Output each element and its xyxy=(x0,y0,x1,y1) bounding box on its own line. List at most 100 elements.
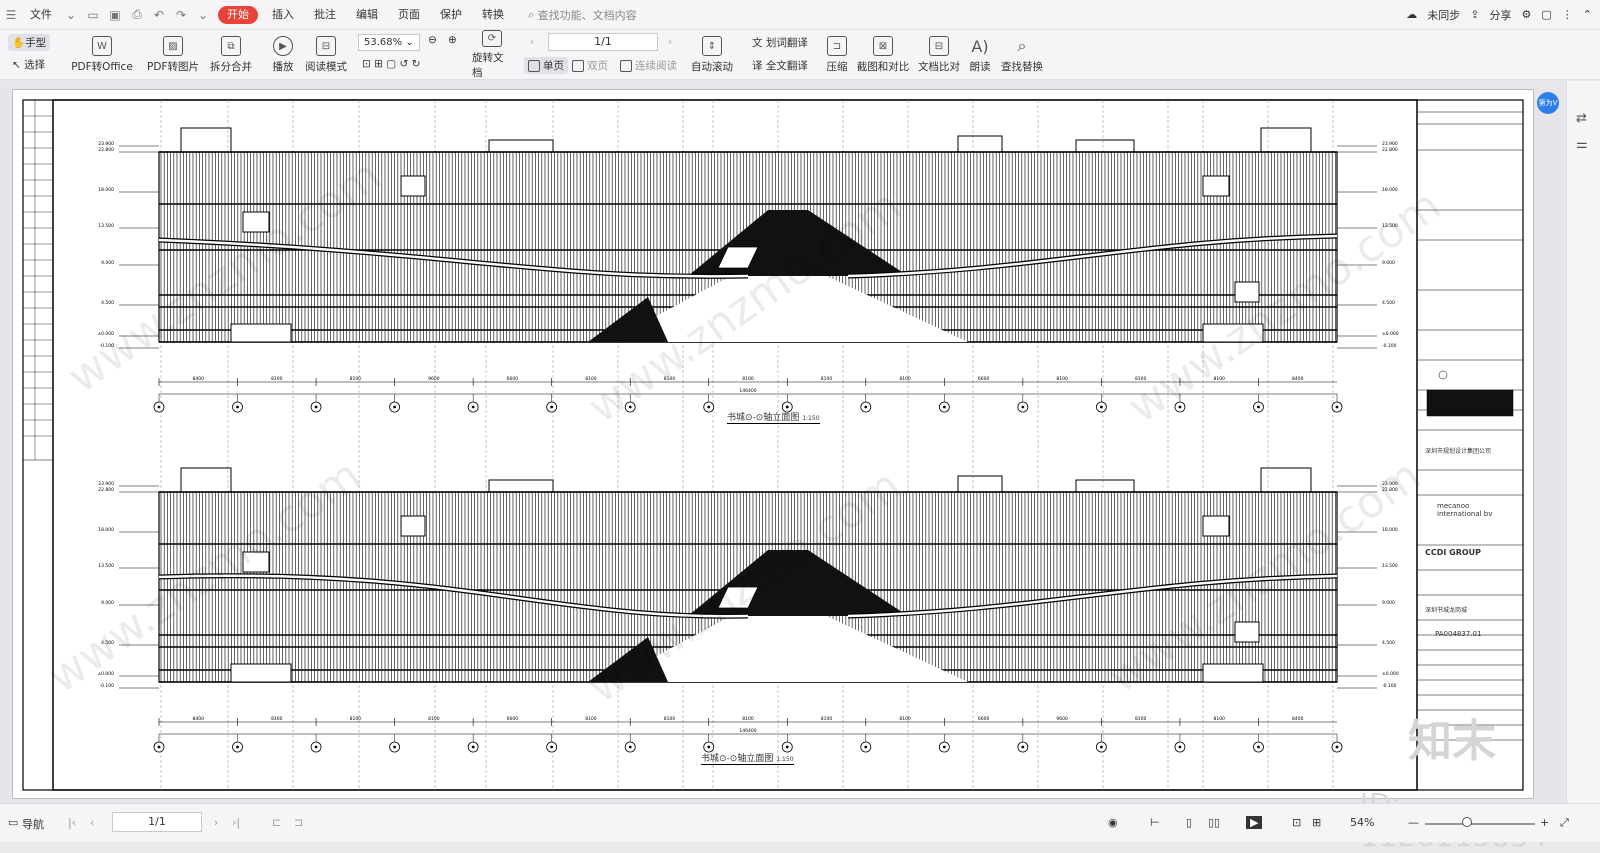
rotate-icon: ⟳ xyxy=(482,30,502,47)
screenshot-compare-button[interactable]: ⊠ 截图和对比 xyxy=(856,30,910,80)
next-page-icon[interactable]: › xyxy=(214,816,218,829)
collapse-icon[interactable]: ⌃ xyxy=(1583,8,1592,21)
play-button[interactable]: ▶ 播放 xyxy=(268,30,298,80)
doc-compare-button[interactable]: ⊟ 文档比对 xyxy=(918,30,960,80)
undo-icon[interactable]: ↶ xyxy=(148,0,170,30)
first-page-icon[interactable]: |‹ xyxy=(68,816,76,829)
nav-icon[interactable]: ▭ xyxy=(8,816,18,829)
level-label-right: ±0.000 xyxy=(1382,671,1399,677)
back-icon[interactable]: ⊏ xyxy=(272,816,281,829)
play-icon[interactable]: ▶ xyxy=(1246,816,1263,829)
settings-icon[interactable]: ⚙ xyxy=(1522,8,1532,21)
zoom-in-icon[interactable]: ⊕ xyxy=(448,34,457,46)
tab-edit[interactable]: 编辑 xyxy=(346,0,388,30)
redo-icon[interactable]: ↷ xyxy=(170,0,192,30)
level-label-left: 23.900 xyxy=(98,481,114,487)
file-menu[interactable]: 文件 xyxy=(22,0,60,30)
pdf-to-image-button[interactable]: ▨ PDF转图片 xyxy=(146,30,200,80)
titleblock-company: 深圳市规划设计集团公司 xyxy=(1425,448,1492,455)
page-input[interactable]: 1/1 xyxy=(548,33,658,51)
document-area[interactable]: 23.900 23.900 22.800 22.800 18.000 18.000 13.5… xyxy=(0,81,1600,803)
tab-home[interactable]: 开始 xyxy=(218,5,258,24)
tab-annotate[interactable]: 批注 xyxy=(304,0,346,30)
book-icon: ⊟ xyxy=(316,36,336,56)
zoom-slider[interactable] xyxy=(1425,823,1535,825)
full-translate-button[interactable]: 译 全文翻译 xyxy=(752,58,808,73)
actual-size-icon[interactable]: ⊡ xyxy=(1292,816,1301,829)
speaker-icon: A) xyxy=(971,36,989,56)
double-page-view-icon[interactable]: ▯▯ xyxy=(1208,816,1220,829)
drawing-sheet: 23.900 23.900 22.800 22.800 18.000 18.000 13.5… xyxy=(12,89,1534,799)
chevron-down-icon[interactable]: ⌄ xyxy=(60,0,82,30)
double-page-button[interactable]: 双页 xyxy=(572,58,608,73)
user-avatar[interactable]: 第为V xyxy=(1537,92,1559,114)
read-aloud-button[interactable]: A) 朗读 xyxy=(966,30,994,80)
nav-label[interactable]: 导航 xyxy=(22,816,44,832)
share-label[interactable]: 分享 xyxy=(1490,7,1512,23)
save-icon[interactable]: ▣ xyxy=(104,0,126,30)
print-icon[interactable]: ⎙ xyxy=(126,0,148,30)
roof-box xyxy=(488,139,554,153)
next-page-icon[interactable]: › xyxy=(668,36,672,48)
cloud-icon[interactable]: ☁ xyxy=(1406,8,1417,21)
last-page-icon[interactable]: ›| xyxy=(232,816,240,829)
prev-page-icon[interactable]: ‹ xyxy=(90,816,94,829)
titleblock-drawing-no: PA004837.01 xyxy=(1435,630,1482,638)
word-translate-button[interactable]: 文 划词翻译 xyxy=(752,35,808,50)
tab-convert[interactable]: 转换 xyxy=(472,0,514,30)
level-label-left: ±0.000 xyxy=(97,331,114,337)
prev-page-icon[interactable]: ‹ xyxy=(530,36,534,48)
settings-slider-icon[interactable]: ⚌ xyxy=(1576,137,1588,152)
translate-icon: 文 xyxy=(752,37,766,49)
zoom-out-icon[interactable]: ⊖ xyxy=(428,34,437,46)
comment-icon[interactable]: ▢ xyxy=(1541,8,1551,21)
tab-protect[interactable]: 保护 xyxy=(430,0,472,30)
select-tool-button[interactable]: ↖ 选择 xyxy=(12,57,45,72)
single-page-button[interactable]: 单页 xyxy=(524,57,568,74)
continuous-read-button[interactable]: 连续阅读 xyxy=(620,58,677,73)
status-page-input[interactable]: 1/1 xyxy=(112,812,202,832)
search-box[interactable]: ⌕ 查找功能、文档内容 xyxy=(528,7,637,23)
eye-icon[interactable]: ◉ xyxy=(1108,816,1118,829)
split-icon: ⧉ xyxy=(221,36,241,56)
window xyxy=(400,515,426,537)
zoom-out-icon[interactable]: — xyxy=(1408,816,1419,829)
tab-page[interactable]: 页面 xyxy=(388,0,430,30)
dim-label: 8100 xyxy=(821,376,833,382)
fit-page-icon[interactable]: ⊞ xyxy=(1312,816,1321,829)
find-replace-button[interactable]: ⌕ 查找替换 xyxy=(1000,30,1044,80)
forward-icon[interactable]: ⊐ xyxy=(294,816,303,829)
menu-bar: ☰ 文件 ⌄ ▭ ▣ ⎙ ↶ ↷ ⌄ 开始 插入 批注 编辑 页面 保护 转换 … xyxy=(0,0,1600,30)
read-mode-button[interactable]: ⊟ 阅读模式 xyxy=(304,30,348,80)
rotate-doc-button[interactable]: ⟳ 旋转文档 xyxy=(472,30,512,80)
compress-button[interactable]: ⊐ 压缩 xyxy=(824,30,850,80)
zoom-level[interactable]: 54% xyxy=(1350,816,1374,829)
dim-label: 6600 xyxy=(978,376,990,382)
dim-label: 8100 xyxy=(1135,376,1147,382)
hamburger-icon[interactable]: ☰ xyxy=(0,0,22,30)
axis-bubble-dot xyxy=(314,405,318,409)
dim-total-label: 146400 xyxy=(739,388,756,394)
tab-insert[interactable]: 插入 xyxy=(262,0,304,30)
zoom-select[interactable]: 53.68% ⌄ xyxy=(358,34,420,51)
actual-size-icon[interactable]: ⊡ ⊞ ▢ ↺ ↻ xyxy=(362,58,420,70)
single-page-view-icon[interactable]: ▯ xyxy=(1186,816,1192,829)
share-icon[interactable]: ⇪ xyxy=(1470,8,1479,21)
window xyxy=(1202,515,1230,537)
fullscreen-icon[interactable]: ⤢ xyxy=(1560,816,1569,830)
auto-scroll-button[interactable]: ⇕ 自动滚动 xyxy=(688,30,736,80)
fit-width-icon[interactable]: ⊢ xyxy=(1150,816,1160,829)
zoom-in-icon[interactable]: + xyxy=(1540,816,1549,829)
properties-icon[interactable]: ⇄ xyxy=(1576,111,1587,126)
pdf-to-office-button[interactable]: W PDF转Office xyxy=(68,30,136,80)
more-chevron-icon[interactable]: ⌄ xyxy=(192,0,214,30)
axis-bubble-dot xyxy=(471,405,475,409)
hand-tool-button[interactable]: ✋ 手型 xyxy=(8,34,51,51)
dim-label: 8100 xyxy=(1213,716,1225,722)
zoom-slider-knob[interactable] xyxy=(1462,817,1472,827)
axis-bubble-dot xyxy=(942,405,946,409)
split-merge-button[interactable]: ⧉ 拆分合并 xyxy=(206,30,256,80)
more-icon[interactable]: ⋮ xyxy=(1562,8,1573,21)
folder-icon[interactable]: ▭ xyxy=(82,0,104,30)
sync-label[interactable]: 未同步 xyxy=(1427,7,1460,23)
